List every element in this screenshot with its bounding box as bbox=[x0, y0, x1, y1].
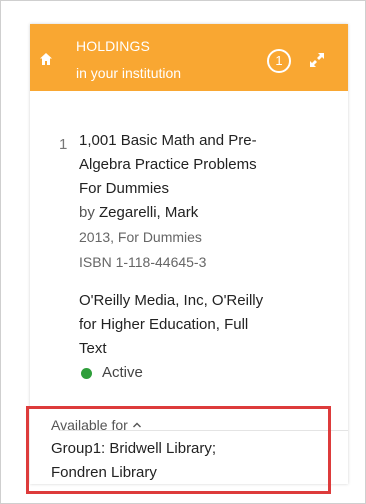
item-title-line[interactable]: Algebra Practice Problems bbox=[79, 153, 339, 177]
item-title-line[interactable]: 1,001 Basic Math and Pre- bbox=[79, 129, 339, 153]
item-title-line[interactable]: For Dummies bbox=[79, 177, 339, 201]
holdings-count-badge: 1 bbox=[267, 49, 291, 73]
status-indicator-icon bbox=[81, 367, 92, 379]
item-author-line: by Zegarelli, Mark bbox=[79, 201, 339, 225]
status-row: Active bbox=[79, 361, 339, 385]
header-title: HOLDINGS bbox=[76, 38, 150, 54]
expand-icon[interactable] bbox=[309, 52, 325, 68]
provider-line: O'Reilly Media, Inc, O'Reilly bbox=[79, 292, 264, 309]
author-name: Zegarelli, Mark bbox=[99, 204, 199, 221]
header-subtitle: in your institution bbox=[76, 65, 182, 81]
status-text: Active bbox=[102, 364, 143, 381]
chevron-up-icon bbox=[132, 422, 141, 428]
available-for-toggle[interactable]: Available for bbox=[51, 413, 142, 437]
provider-line: for Higher Education, Full bbox=[79, 316, 249, 333]
availability-line: Group1: Bridwell Library; bbox=[51, 440, 217, 457]
availability-section: Available for Group1: Bridwell Library; … bbox=[51, 413, 321, 485]
by-label: by bbox=[79, 204, 95, 221]
home-icon[interactable] bbox=[39, 52, 53, 66]
item-number: 1 bbox=[59, 136, 68, 153]
holding-item: 1,001 Basic Math and Pre- Algebra Practi… bbox=[79, 129, 339, 385]
provider-line: Text bbox=[79, 340, 107, 357]
screenshot-frame: HOLDINGS in your institution 1 1 1,001 B… bbox=[0, 0, 366, 504]
item-provider: O'Reilly Media, Inc, O'Reilly for Higher… bbox=[79, 289, 339, 361]
item-isbn: ISBN 1-118-44645-3 bbox=[79, 254, 207, 270]
available-for-label: Available for bbox=[51, 417, 128, 433]
availability-line: Fondren Library bbox=[51, 464, 157, 481]
item-year-publisher: 2013, For Dummies bbox=[79, 229, 202, 245]
holdings-header: HOLDINGS in your institution 1 bbox=[30, 24, 348, 91]
